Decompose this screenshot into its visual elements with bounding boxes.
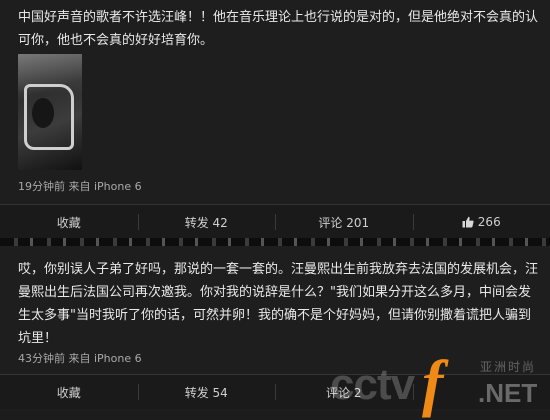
collect-label: 收藏 [57, 214, 81, 231]
action-bar: 收藏 转发 42 评论 201 266 [0, 204, 550, 239]
like-count: 266 [478, 215, 501, 229]
post-meta: 19分钟前 来自 iPhone 6 [18, 178, 142, 194]
repost-label: 转发 42 [185, 214, 228, 231]
post-meta: 43分钟前 来自 iPhone 6 [18, 350, 142, 366]
portrait-silhouette [32, 98, 54, 128]
watermark-cctv: cctv [330, 360, 414, 410]
comment-button[interactable]: 评论 201 [275, 205, 413, 239]
repost-button[interactable]: 转发 54 [138, 375, 276, 409]
thumbs-up-icon [462, 216, 474, 228]
watermark-net: .NET [478, 378, 537, 409]
post-image[interactable] [18, 54, 82, 170]
repost-button[interactable]: 转发 42 [138, 205, 276, 239]
post-1: 中国好声音的歌者不许选汪峰！！他在音乐理论上也行说的是对的，但是他绝对不会真的认… [0, 0, 550, 205]
like-button[interactable]: 266 [413, 205, 550, 239]
collect-button[interactable]: 收藏 [0, 205, 138, 239]
comment-label: 评论 201 [318, 214, 369, 231]
post-text: 中国好声音的歌者不许选汪峰！！他在音乐理论上也行说的是对的，但是他绝对不会真的认… [18, 6, 538, 52]
collect-button[interactable]: 收藏 [0, 375, 138, 409]
post-text: 哎，你别误人子弟了好吗，那说的一套一套的。汪曼熙出生前我放弃去法国的发展机会，汪… [18, 258, 538, 350]
watermark-cn: 亚洲时尚 [480, 358, 536, 375]
watermark-f: f [422, 346, 443, 420]
repost-label: 转发 54 [185, 384, 228, 401]
site-watermark: cctv f 亚洲时尚 .NET [330, 350, 550, 411]
collect-label: 收藏 [57, 384, 81, 401]
